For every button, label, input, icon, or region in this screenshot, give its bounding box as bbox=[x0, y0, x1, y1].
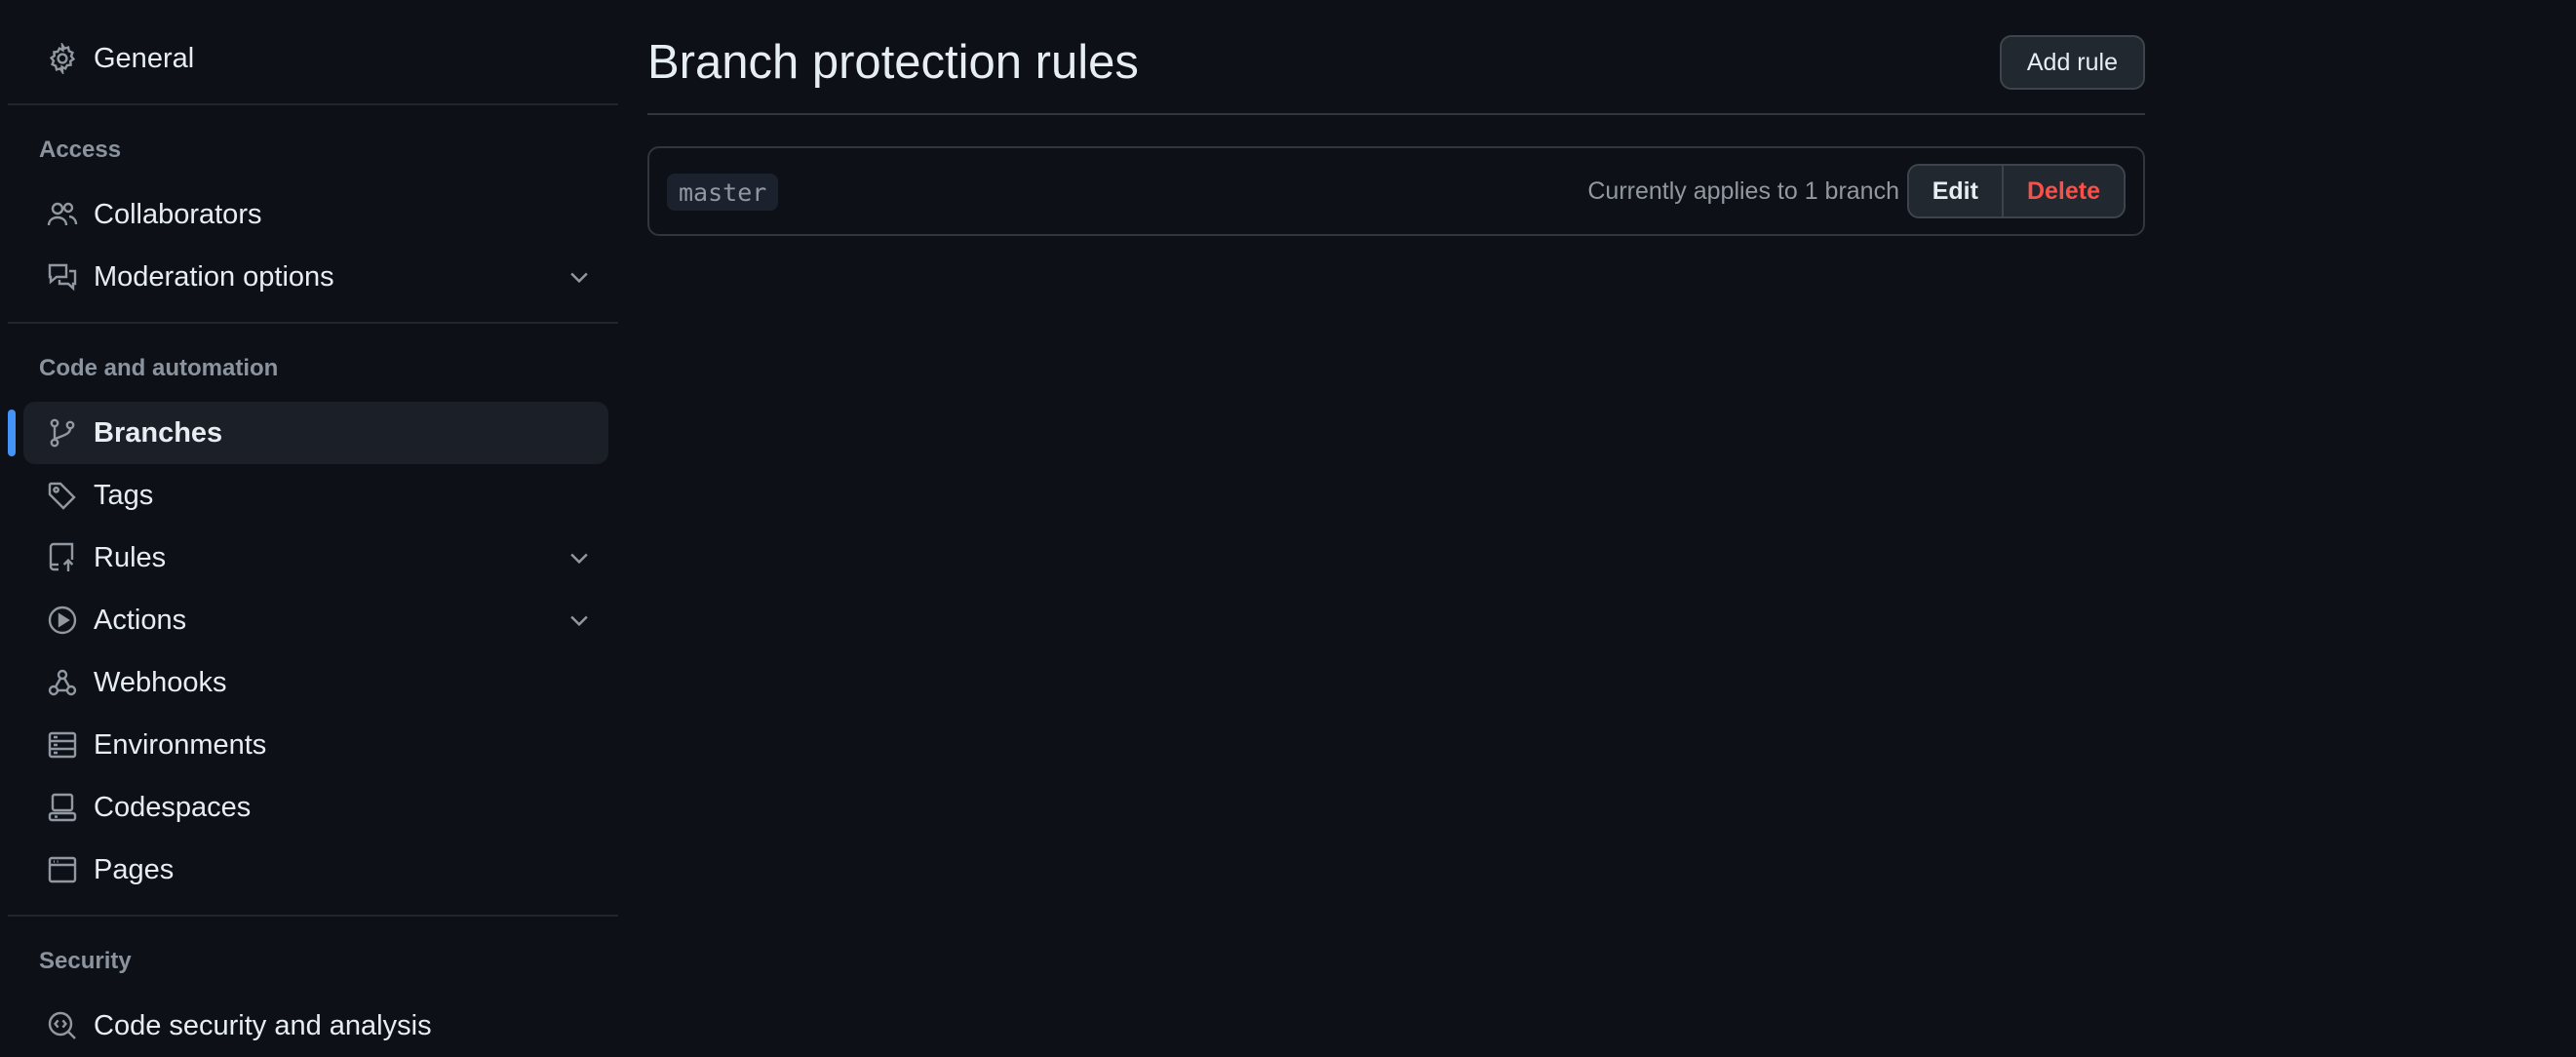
sidebar-item-moderation-options[interactable]: Moderation options bbox=[23, 246, 608, 308]
settings-sidebar: General Access Collaborators Moderation … bbox=[8, 0, 618, 1055]
sidebar-item-tags[interactable]: Tags bbox=[23, 464, 608, 527]
sidebar-item-pages[interactable]: Pages bbox=[23, 839, 608, 901]
codespaces-icon bbox=[47, 792, 78, 823]
sidebar-item-label: Rules bbox=[94, 541, 167, 573]
sidebar-item-label: Collaborators bbox=[94, 198, 262, 230]
sidebar-item-label: Tags bbox=[94, 479, 154, 511]
gear-icon bbox=[47, 43, 78, 74]
chevron-down-icon[interactable] bbox=[566, 544, 593, 571]
sidebar-divider bbox=[8, 322, 618, 324]
page-title: Branch protection rules bbox=[647, 36, 1139, 89]
sidebar-item-general[interactable]: General bbox=[23, 27, 608, 90]
main-content: Branch protection rules Add rule master … bbox=[647, 0, 2145, 1055]
sidebar-item-webhooks[interactable]: Webhooks bbox=[23, 651, 608, 714]
branch-name-badge: master bbox=[667, 174, 779, 211]
sidebar-item-label: Moderation options bbox=[94, 260, 334, 293]
sidebar-item-label: Codespaces bbox=[94, 791, 252, 823]
people-icon bbox=[47, 199, 78, 230]
comment-discussion-icon bbox=[47, 261, 78, 293]
webhook-icon bbox=[47, 667, 78, 698]
repo-push-icon bbox=[47, 542, 78, 573]
codescan-icon bbox=[47, 1010, 78, 1041]
chevron-down-icon[interactable] bbox=[566, 607, 593, 634]
sidebar-item-label: General bbox=[94, 42, 195, 74]
sidebar-item-label: Pages bbox=[94, 853, 175, 885]
section-heading-access: Access bbox=[39, 137, 122, 163]
chevron-down-icon[interactable] bbox=[566, 263, 593, 291]
server-icon bbox=[47, 729, 78, 761]
delete-rule-button[interactable]: Delete bbox=[2004, 166, 2124, 216]
sidebar-divider bbox=[8, 103, 618, 105]
active-indicator bbox=[8, 410, 16, 456]
section-heading-security: Security bbox=[39, 948, 132, 974]
section-heading-code-and-automation: Code and automation bbox=[39, 355, 279, 381]
sidebar-item-actions[interactable]: Actions bbox=[23, 589, 608, 651]
edit-rule-button[interactable]: Edit bbox=[1909, 166, 2004, 216]
applies-to-text: Currently applies to 1 branch bbox=[1587, 176, 1899, 205]
browser-icon bbox=[47, 854, 78, 885]
sidebar-item-codespaces[interactable]: Codespaces bbox=[23, 776, 608, 839]
sidebar-item-rules[interactable]: Rules bbox=[23, 527, 608, 589]
sidebar-item-label: Webhooks bbox=[94, 666, 227, 698]
sidebar-item-label: Environments bbox=[94, 728, 267, 761]
sidebar-item-label: Code security and analysis bbox=[94, 1009, 432, 1041]
header-divider bbox=[647, 113, 2145, 115]
play-icon bbox=[47, 605, 78, 636]
sidebar-item-collaborators[interactable]: Collaborators bbox=[23, 183, 608, 246]
rule-action-buttons: Edit Delete bbox=[1906, 164, 2126, 218]
sidebar-item-environments[interactable]: Environments bbox=[23, 714, 608, 776]
branch-rule-row: master Currently applies to 1 branch Edi… bbox=[647, 146, 2145, 236]
tag-icon bbox=[47, 480, 78, 511]
sidebar-divider bbox=[8, 915, 618, 917]
git-branch-icon bbox=[47, 417, 78, 449]
sidebar-item-code-security[interactable]: Code security and analysis bbox=[23, 995, 608, 1057]
sidebar-item-label: Branches bbox=[94, 416, 223, 449]
add-rule-button[interactable]: Add rule bbox=[1999, 35, 2145, 90]
sidebar-item-branches[interactable]: Branches bbox=[23, 402, 608, 464]
sidebar-item-label: Actions bbox=[94, 604, 187, 636]
